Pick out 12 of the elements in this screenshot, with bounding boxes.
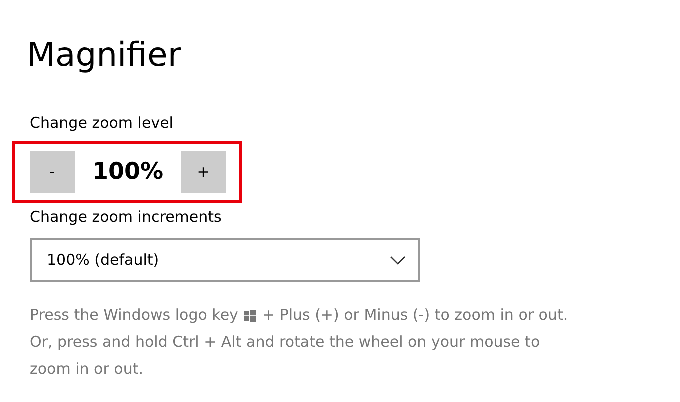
zoom-increments-label: Change zoom increments (30, 207, 223, 227)
zoom-out-button[interactable]: - (30, 151, 75, 193)
zoom-level-label: Change zoom level (30, 113, 174, 133)
windows-logo-icon (244, 310, 256, 322)
help-text: Or, press and hold Ctrl + Alt and rotate the wheel on your mouse to zoom in or out. (30, 332, 542, 380)
page-title: Magnifier (27, 34, 182, 76)
zoom-increments-dropdown[interactable]: 100% (default) (30, 238, 420, 282)
chevron-down-icon (390, 256, 406, 264)
zoom-level-value: 100% (91, 159, 165, 185)
help-text: Press the Windows logo key (30, 305, 238, 326)
help-text: + Plus (+) or Minus (-) to zoom in or out. (262, 305, 568, 326)
zoom-in-button[interactable]: + (181, 151, 226, 193)
